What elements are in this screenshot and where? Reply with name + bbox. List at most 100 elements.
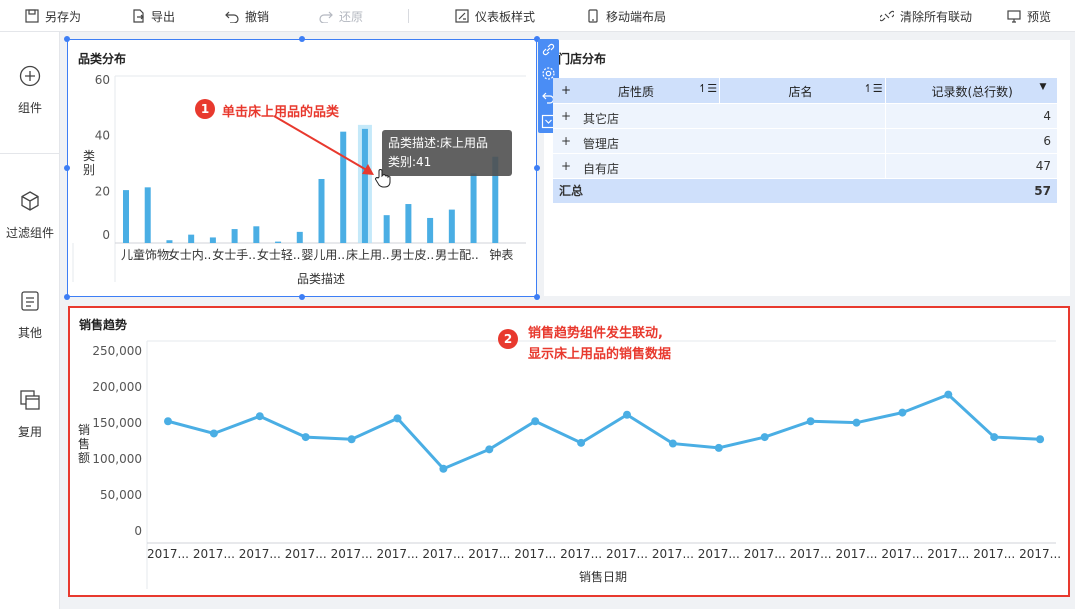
table-total-row: 汇总 57: [553, 178, 1057, 204]
export-label: 导出: [151, 9, 176, 24]
table-row[interactable]: + 自有店 47: [553, 153, 1057, 179]
sort-icon[interactable]: ↿☰: [698, 82, 717, 95]
store-type-value: 管理店: [583, 136, 620, 151]
annotation-text: 销售趋势组件发生联动,: [528, 326, 663, 341]
x-tick-label: 2017...: [881, 547, 923, 561]
sidebar-item-reuse[interactable]: 复用: [0, 389, 60, 440]
step-badge: 2: [498, 329, 518, 349]
resize-handle[interactable]: [64, 36, 70, 42]
x-tick-label: 2017...: [927, 547, 969, 561]
mobile-icon: [588, 9, 598, 23]
column-header-label: 店性质: [618, 85, 655, 99]
export-button[interactable]: 导出: [131, 0, 175, 32]
sidebar-item-label: 组件: [17, 101, 42, 115]
table-header-row: + 店性质 ↿☰ 店名 ↿☰ 记录数(总行数) ▼: [553, 78, 1057, 104]
data-point: [990, 433, 999, 442]
sidebar-item-filter[interactable]: 过滤组件: [0, 190, 60, 241]
x-tick-label: 2017...: [331, 547, 373, 561]
col-store-name[interactable]: 店名 ↿☰: [718, 78, 885, 104]
column-header-label: 店名: [788, 85, 813, 99]
redo-icon: [319, 11, 333, 23]
x-tick-label: 2017...: [836, 547, 878, 561]
y-axis-label: 额: [78, 451, 90, 465]
expand-row-icon[interactable]: +: [561, 109, 571, 123]
clear-links-button[interactable]: 清除所有联动: [880, 0, 972, 32]
resize-handle[interactable]: [64, 294, 70, 300]
y-tick-label: 100,000: [92, 452, 142, 466]
store-table: + 店性质 ↿☰ 店名 ↿☰ 记录数(总行数) ▼ + 其它店 4 + 管理店 …: [553, 78, 1057, 204]
data-point: [393, 414, 402, 423]
sort-desc-icon[interactable]: ▼: [1040, 82, 1047, 92]
table-row[interactable]: + 其它店 4: [553, 103, 1057, 129]
left-sidebar: 组件 过滤组件 其他 复用: [0, 32, 60, 609]
sort-icon[interactable]: ↿☰: [864, 82, 883, 95]
x-tick-label: 2017...: [147, 547, 189, 561]
data-point: [209, 429, 218, 438]
cube-icon: [21, 191, 39, 211]
sidebar-item-components[interactable]: 组件: [0, 65, 60, 116]
link-icon[interactable]: [541, 42, 556, 57]
x-tick-label: 2017...: [606, 547, 648, 561]
redo-button[interactable]: 还原: [319, 0, 363, 32]
x-tick-label: 2017...: [1019, 547, 1061, 561]
x-tick-label: 2017...: [790, 547, 832, 561]
x-tick-label: 2017...: [468, 547, 510, 561]
unlink-icon: [880, 10, 894, 22]
data-point: [485, 445, 494, 454]
sidebar-item-other[interactable]: 其他: [0, 290, 60, 341]
col-record-count[interactable]: 记录数(总行数) ▼: [884, 78, 1057, 104]
resize-handle[interactable]: [299, 294, 305, 300]
y-tick-label: 250,000: [92, 344, 142, 358]
export-icon: [133, 9, 144, 23]
undo-button[interactable]: 撤销: [225, 0, 269, 32]
save-as-label: 另存为: [45, 9, 82, 24]
col-store-type[interactable]: + 店性质 ↿☰: [553, 78, 719, 104]
x-tick-label: 2017...: [193, 547, 235, 561]
resize-handle[interactable]: [64, 165, 70, 171]
resize-handle[interactable]: [534, 294, 540, 300]
toolbar-divider: [408, 9, 409, 23]
x-tick-label: 2017...: [514, 547, 556, 561]
undo-label: 撤销: [245, 9, 270, 24]
mobile-layout-button[interactable]: 移动端布局: [586, 0, 666, 32]
store-type-value: 其它店: [583, 111, 620, 126]
redo-label: 还原: [339, 9, 364, 24]
annotation-text: 显示床上用品的销售数据: [528, 347, 672, 362]
table-row[interactable]: + 管理店 6: [553, 128, 1057, 154]
save-icon: [25, 9, 39, 23]
document-icon: [21, 291, 39, 311]
table-cell: + 自有店: [553, 153, 885, 179]
preview-button[interactable]: 预览: [1007, 0, 1051, 32]
x-tick-label: 2017...: [744, 547, 786, 561]
y-tick-label: 200,000: [92, 380, 142, 394]
sidebar-divider: [0, 153, 60, 154]
y-axis-label: 售: [78, 436, 90, 451]
record-count-value: 6: [884, 128, 1057, 154]
mobile-layout-label: 移动端布局: [606, 9, 667, 24]
table-cell: + 管理店: [553, 128, 885, 154]
data-point: [577, 438, 586, 447]
expand-all-icon[interactable]: +: [561, 83, 571, 97]
resize-handle[interactable]: [299, 36, 305, 42]
annotation-arrow: [273, 115, 374, 175]
undo-icon: [225, 11, 239, 23]
data-point: [347, 435, 356, 444]
tooltip-line: 品类描述:床上用品: [388, 136, 489, 150]
record-count-value: 47: [884, 153, 1057, 179]
y-tick-label: 50,000: [100, 488, 142, 502]
chart-tooltip: 品类描述:床上用品 类别:41: [382, 130, 512, 176]
expand-row-icon[interactable]: +: [561, 159, 571, 173]
store-panel-title: 门店分布: [558, 52, 607, 66]
dashboard-style-label: 仪表板样式: [475, 9, 536, 24]
data-point: [944, 390, 953, 399]
expand-row-icon[interactable]: +: [561, 134, 571, 148]
x-tick-label: 2017...: [652, 547, 694, 561]
save-as-button[interactable]: 另存为: [25, 0, 81, 32]
data-point: [531, 417, 540, 426]
tooltip-line: 类别:41: [388, 155, 432, 169]
data-point: [623, 410, 631, 419]
dashboard-style-button[interactable]: 仪表板样式: [455, 0, 535, 32]
resize-handle[interactable]: [534, 165, 540, 171]
monitor-icon: [1007, 10, 1021, 23]
x-axis-label: 销售日期: [579, 569, 627, 584]
